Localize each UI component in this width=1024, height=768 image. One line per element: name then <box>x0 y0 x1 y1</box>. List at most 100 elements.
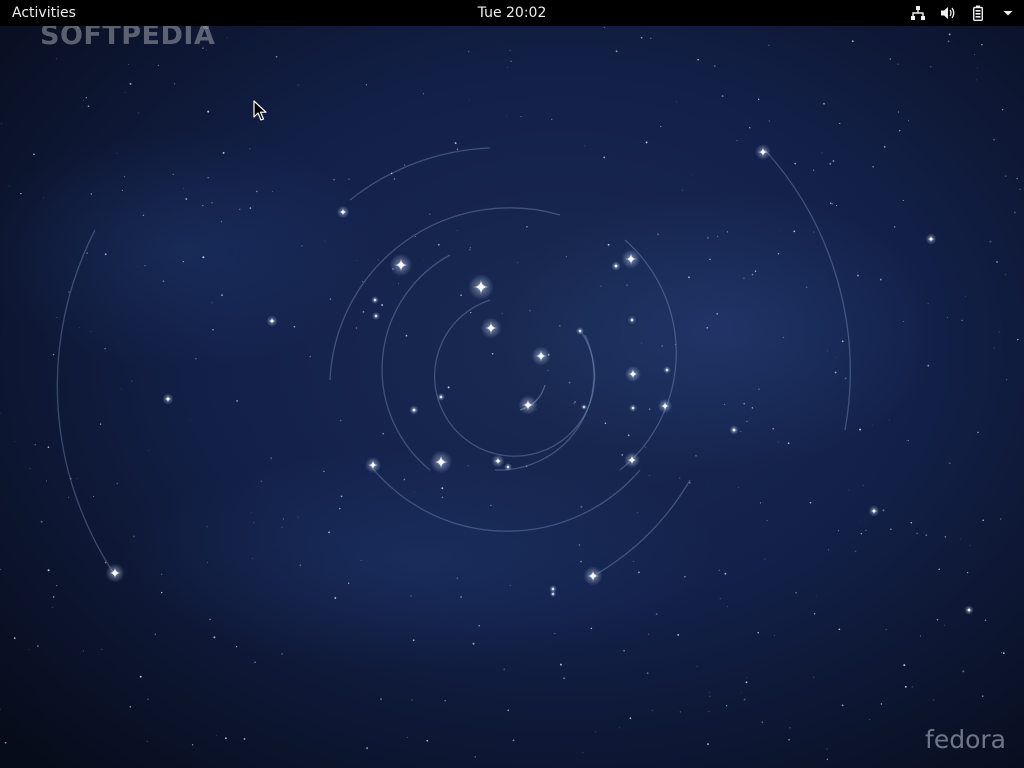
dust-star <box>910 521 913 524</box>
dust-star <box>129 82 132 85</box>
dust-star <box>743 698 746 701</box>
dust-star <box>460 294 462 297</box>
dust-star <box>615 50 618 53</box>
dust-star <box>777 253 780 255</box>
dust-star <box>131 380 133 382</box>
dust-star <box>835 356 837 358</box>
dust-star <box>28 649 30 651</box>
dust-star <box>965 295 966 297</box>
dust-star <box>584 145 586 147</box>
dust-star <box>209 618 211 621</box>
dust-star <box>299 564 301 566</box>
dust-star <box>777 441 779 443</box>
bright-star <box>372 312 380 320</box>
dust-star <box>646 672 649 675</box>
dust-star <box>83 99 85 101</box>
dust-star <box>87 105 90 108</box>
dust-star <box>927 303 929 305</box>
dust-star <box>627 434 630 437</box>
dust-star <box>981 695 984 698</box>
dust-star <box>469 249 471 251</box>
dust-star <box>860 520 862 522</box>
dust-star <box>334 597 337 599</box>
dust-star <box>604 422 607 425</box>
dust-star <box>34 443 37 446</box>
dust-star <box>339 507 341 510</box>
dust-star <box>839 122 841 125</box>
dust-star <box>904 685 907 688</box>
dust-star <box>195 358 197 360</box>
bright-star <box>611 261 621 271</box>
dust-star <box>724 572 727 575</box>
dust-star <box>907 120 909 122</box>
dust-star <box>838 628 841 631</box>
dust-star <box>348 178 350 180</box>
bright-star <box>629 404 637 412</box>
dust-star <box>927 364 930 367</box>
dust-star <box>104 253 107 256</box>
dust-star <box>827 549 829 551</box>
dust-star <box>144 265 146 267</box>
dust-star <box>444 700 446 702</box>
dust-star <box>856 272 858 273</box>
dust-star <box>121 189 123 191</box>
dust-star <box>85 97 87 99</box>
dust-star <box>447 386 450 389</box>
dust-star <box>795 592 797 594</box>
dust-star <box>426 739 429 742</box>
dust-star <box>207 177 209 179</box>
dust-star <box>930 66 932 68</box>
fedora-logo: fedora <box>925 725 1006 754</box>
dust-star <box>324 240 326 242</box>
dust-star <box>580 560 582 563</box>
dust-star <box>333 179 335 181</box>
dust-star <box>976 79 978 81</box>
dust-star <box>911 686 913 688</box>
activities-button[interactable]: Activities <box>0 0 88 26</box>
dust-star <box>813 676 815 678</box>
dust-star <box>403 164 406 166</box>
dust-star <box>206 526 208 528</box>
dust-star <box>56 317 58 318</box>
dust-star <box>282 518 284 520</box>
dust-star <box>1017 338 1019 341</box>
dust-star <box>835 205 837 207</box>
dust-star <box>738 487 739 489</box>
dust-star <box>851 40 854 43</box>
dust-star <box>779 230 780 231</box>
dust-star <box>607 243 610 246</box>
dust-star <box>645 141 648 144</box>
dust-star <box>339 419 342 422</box>
dust-star <box>794 162 797 165</box>
system-status-area[interactable] <box>910 0 1016 26</box>
bright-star <box>583 566 603 586</box>
dust-star <box>393 178 396 180</box>
bright-star <box>580 403 588 411</box>
dust-star <box>764 558 766 560</box>
dust-star <box>708 711 710 713</box>
desktop[interactable]: SOFTPEDIA ® Activities Tue 20:02 fedora <box>0 0 1024 768</box>
bright-star <box>925 233 937 245</box>
dust-star <box>423 259 424 260</box>
dust-star <box>147 698 149 700</box>
dust-star <box>574 401 576 403</box>
dust-star <box>202 204 204 207</box>
dust-star <box>743 403 745 405</box>
dust-star <box>757 631 759 634</box>
dust-star <box>573 402 575 405</box>
dust-star <box>1001 108 1004 111</box>
dust-star <box>411 699 413 701</box>
dust-star <box>848 489 850 491</box>
dust-star <box>865 529 867 532</box>
dust-star <box>99 423 102 425</box>
dust-star <box>885 629 887 631</box>
dust-star <box>883 146 886 148</box>
dust-star <box>736 140 738 142</box>
clock-button[interactable]: Tue 20:02 <box>462 0 562 26</box>
dust-star <box>621 454 624 456</box>
dust-star <box>925 534 928 537</box>
dust-star <box>623 650 625 652</box>
dust-star <box>146 740 148 742</box>
dust-star <box>454 142 457 145</box>
mouse-cursor-icon <box>253 100 267 121</box>
